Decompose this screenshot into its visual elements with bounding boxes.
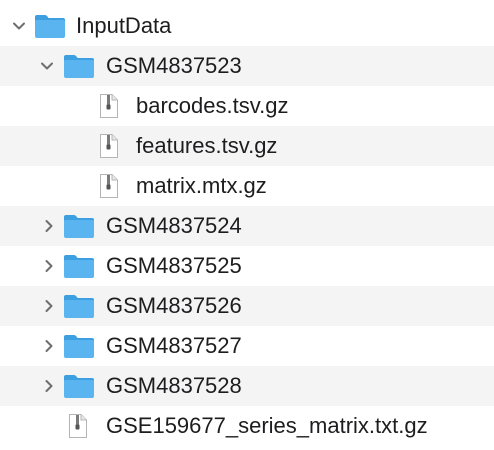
folder-label: GSM4837523 xyxy=(106,53,242,78)
chevron-right-icon[interactable] xyxy=(40,217,58,235)
folder-label: GSM4837528 xyxy=(106,373,242,398)
tree-row-gsm4837524[interactable]: GSM4837524 xyxy=(0,206,494,246)
tree-row-gsm4837528[interactable]: GSM4837528 xyxy=(0,366,494,406)
tree-row-gsm4837527[interactable]: GSM4837527 xyxy=(0,326,494,366)
folder-label: GSM4837525 xyxy=(106,253,242,278)
tree-row-gsm4837523[interactable]: GSM4837523 xyxy=(0,46,494,86)
folder-icon xyxy=(64,295,94,318)
archive-file-icon xyxy=(100,174,118,198)
tree-row-features[interactable]: features.tsv.gz xyxy=(0,126,494,166)
tree-row-barcodes[interactable]: barcodes.tsv.gz xyxy=(0,86,494,126)
chevron-down-icon[interactable] xyxy=(38,57,56,75)
file-label: features.tsv.gz xyxy=(136,133,278,158)
folder-label: GSM4837524 xyxy=(106,213,242,238)
archive-file-icon xyxy=(69,414,87,438)
folder-icon xyxy=(64,255,94,278)
chevron-right-icon[interactable] xyxy=(40,257,58,275)
archive-file-icon xyxy=(100,134,118,158)
archive-file-icon xyxy=(100,94,118,118)
chevron-down-icon[interactable] xyxy=(10,17,28,35)
folder-icon xyxy=(64,375,94,398)
folder-icon xyxy=(64,215,94,238)
folder-icon xyxy=(35,15,65,38)
tree-row-gsm4837525[interactable]: GSM4837525 xyxy=(0,246,494,286)
chevron-right-icon[interactable] xyxy=(40,377,58,395)
folder-label: InputData xyxy=(76,13,172,38)
tree-row-series-matrix[interactable]: GSE159677_series_matrix.txt.gz xyxy=(0,406,494,446)
tree-row-matrix[interactable]: matrix.mtx.gz xyxy=(0,166,494,206)
chevron-right-icon[interactable] xyxy=(40,337,58,355)
folder-label: GSM4837526 xyxy=(106,293,242,318)
tree-row-inputdata[interactable]: InputData xyxy=(0,6,494,46)
file-tree: InputData GSM4837523 barcodes.tsv.gz fea… xyxy=(0,0,494,450)
folder-icon xyxy=(64,55,94,78)
file-label: barcodes.tsv.gz xyxy=(136,93,289,118)
chevron-right-icon[interactable] xyxy=(40,297,58,315)
folder-label: GSM4837527 xyxy=(106,333,242,358)
file-label: matrix.mtx.gz xyxy=(136,173,267,198)
file-label: GSE159677_series_matrix.txt.gz xyxy=(106,413,428,438)
folder-icon xyxy=(64,335,94,358)
tree-row-gsm4837526[interactable]: GSM4837526 xyxy=(0,286,494,326)
